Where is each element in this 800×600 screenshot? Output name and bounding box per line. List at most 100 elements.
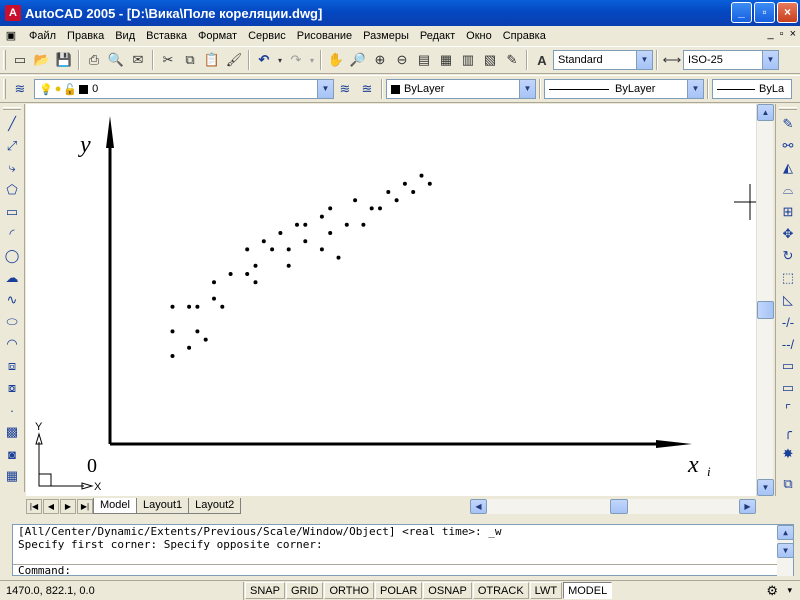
menu-file[interactable]: Файл [24, 30, 62, 42]
redo-icon[interactable]: ↷ [285, 49, 307, 71]
spline-icon[interactable]: ∿ [1, 289, 23, 311]
chevron-down-icon[interactable]: ▼ [687, 80, 703, 98]
tab-model[interactable]: Model [93, 498, 137, 514]
save-icon[interactable]: 💾 [53, 49, 75, 71]
chevron-down-icon[interactable]: ▼ [762, 51, 778, 69]
rotate-icon[interactable]: ↻ [777, 245, 799, 267]
tray-menu-icon[interactable]: ▾ [787, 585, 792, 596]
text-style-select[interactable]: Standard ▼ [553, 50, 653, 70]
command-scrollbar[interactable]: ▲ ▼ [777, 525, 794, 576]
prev-tab-icon[interactable]: ◀ [43, 498, 59, 514]
zoom-previous-icon[interactable]: ⊖ [391, 49, 413, 71]
trim-icon[interactable]: -/- [777, 311, 799, 333]
menu-modify[interactable]: Редакт [415, 30, 461, 42]
copy-object-icon[interactable]: ⚯ [777, 135, 799, 157]
fillet-icon[interactable]: ╭ [777, 421, 799, 443]
lock-icon[interactable]: 🔓 [63, 83, 77, 96]
doc-close-button[interactable]: × [790, 28, 796, 40]
autocad-app-icon[interactable]: A [5, 5, 21, 21]
break-at-point-icon[interactable]: ▭ [777, 355, 799, 377]
status-toggle-grid[interactable]: GRID [285, 582, 324, 599]
plot-preview-icon[interactable]: 🔍 [105, 49, 127, 71]
menu-view[interactable]: Вид [110, 30, 141, 42]
text-style-icon[interactable]: A [531, 49, 553, 71]
communication-center-icon[interactable]: ⚙ [766, 583, 778, 599]
status-toggle-ortho[interactable]: ORTHO [324, 582, 374, 599]
markup-icon[interactable]: ✎ [501, 49, 523, 71]
undo-dropdown-icon[interactable]: ▾ [275, 49, 285, 71]
make-block-icon[interactable]: ⧇ [1, 377, 23, 399]
coordinates-display[interactable]: 1470.0, 822.1, 0.0 [0, 581, 244, 600]
horizontal-scroll-thumb[interactable] [610, 499, 628, 514]
publish-icon[interactable]: ✉ [127, 49, 149, 71]
sheet-set-icon[interactable]: ▧ [479, 49, 501, 71]
chevron-down-icon[interactable]: ▼ [519, 80, 535, 98]
undo-icon[interactable]: ↶ [253, 49, 275, 71]
minimize-button[interactable]: _ [731, 2, 752, 23]
vertical-scroll-thumb[interactable] [757, 301, 774, 319]
status-toggle-model[interactable]: MODEL [563, 582, 613, 599]
scroll-right-icon[interactable]: ▶ [739, 499, 756, 514]
dim-style-select[interactable]: ISO-25 ▼ [683, 50, 779, 70]
drawing-area[interactable]: y x i 0 Y X [26, 104, 756, 496]
linetype-select[interactable]: ByLayer ▼ [544, 79, 704, 99]
scroll-up-icon[interactable]: ▲ [777, 525, 794, 540]
polygon-icon[interactable]: ⬠ [1, 179, 23, 201]
hatch-icon[interactable]: ▩ [1, 421, 23, 443]
paste-icon[interactable]: 📋 [201, 49, 223, 71]
erase-icon[interactable]: ✎ [777, 113, 799, 135]
menu-window[interactable]: Окно [461, 30, 498, 42]
redo-dropdown-icon[interactable]: ▾ [307, 49, 317, 71]
status-toggle-otrack[interactable]: OTRACK [472, 582, 529, 599]
close-button[interactable]: × [777, 2, 798, 23]
lineweight-select[interactable]: ByLa [712, 79, 792, 99]
layer-manager-icon[interactable]: ≋ [9, 78, 31, 100]
status-toggle-polar[interactable]: POLAR [375, 582, 423, 599]
menu-dimension[interactable]: Размеры [358, 30, 415, 42]
sun-icon[interactable]: ● [55, 83, 62, 95]
zoom-window-icon[interactable]: ⊕ [369, 49, 391, 71]
last-tab-icon[interactable]: ▶| [77, 498, 93, 514]
pan-icon[interactable]: ✋ [325, 49, 347, 71]
toolbar-grip[interactable] [779, 107, 797, 110]
offset-icon[interactable]: ⌓ [777, 179, 799, 201]
dim-style-icon[interactable]: ⟷ [661, 49, 683, 71]
copy-icon[interactable]: ⧉ [179, 49, 201, 71]
scale-icon[interactable]: ⬚ [777, 267, 799, 289]
scroll-down-icon[interactable]: ▼ [757, 479, 774, 496]
mirror-icon[interactable]: ◭ [777, 157, 799, 179]
region-icon[interactable]: ◙ [1, 443, 23, 465]
maximize-button[interactable]: ▫ [754, 2, 775, 23]
command-prompt[interactable]: Command: [13, 564, 778, 577]
stretch-icon[interactable]: ◺ [777, 289, 799, 311]
print-icon[interactable]: ⎙ [83, 49, 105, 71]
table-icon[interactable]: ▦ [1, 465, 23, 487]
line-icon[interactable]: ╱ [1, 113, 23, 135]
menu-help[interactable]: Справка [498, 30, 552, 42]
extra-tool-icon[interactable]: ⧉ [777, 473, 799, 495]
vertical-scrollbar[interactable]: ▲ ▼ [756, 104, 774, 496]
menu-draw[interactable]: Рисование [292, 30, 358, 42]
cut-icon[interactable]: ✂ [157, 49, 179, 71]
menu-tools[interactable]: Сервис [243, 30, 292, 42]
status-toggle-osnap[interactable]: OSNAP [423, 582, 472, 599]
status-toggle-snap[interactable]: SNAP [245, 582, 285, 599]
chamfer-icon[interactable]: ⌜ [777, 399, 799, 421]
color-select[interactable]: ByLayer ▼ [386, 79, 536, 99]
scroll-left-icon[interactable]: ◀ [470, 499, 487, 514]
menu-insert[interactable]: Вставка [141, 30, 193, 42]
chevron-down-icon[interactable]: ▼ [636, 51, 652, 69]
properties-icon[interactable]: ▤ [413, 49, 435, 71]
move-icon[interactable]: ✥ [777, 223, 799, 245]
tool-palettes-icon[interactable]: ▥ [457, 49, 479, 71]
layer-previous-icon[interactable]: ≊ [356, 78, 378, 100]
revision-cloud-icon[interactable]: ☁ [1, 267, 23, 289]
arc-icon[interactable]: ◜ [1, 223, 23, 245]
scroll-up-icon[interactable]: ▲ [757, 104, 774, 121]
horizontal-scrollbar[interactable]: ◀ ▶ [470, 499, 756, 514]
array-icon[interactable]: ⊞ [777, 201, 799, 223]
next-tab-icon[interactable]: ▶ [60, 498, 76, 514]
status-toggle-lwt[interactable]: LWT [529, 582, 563, 599]
menu-edit[interactable]: Правка [62, 30, 110, 42]
document-icon[interactable]: ▣ [4, 29, 18, 43]
